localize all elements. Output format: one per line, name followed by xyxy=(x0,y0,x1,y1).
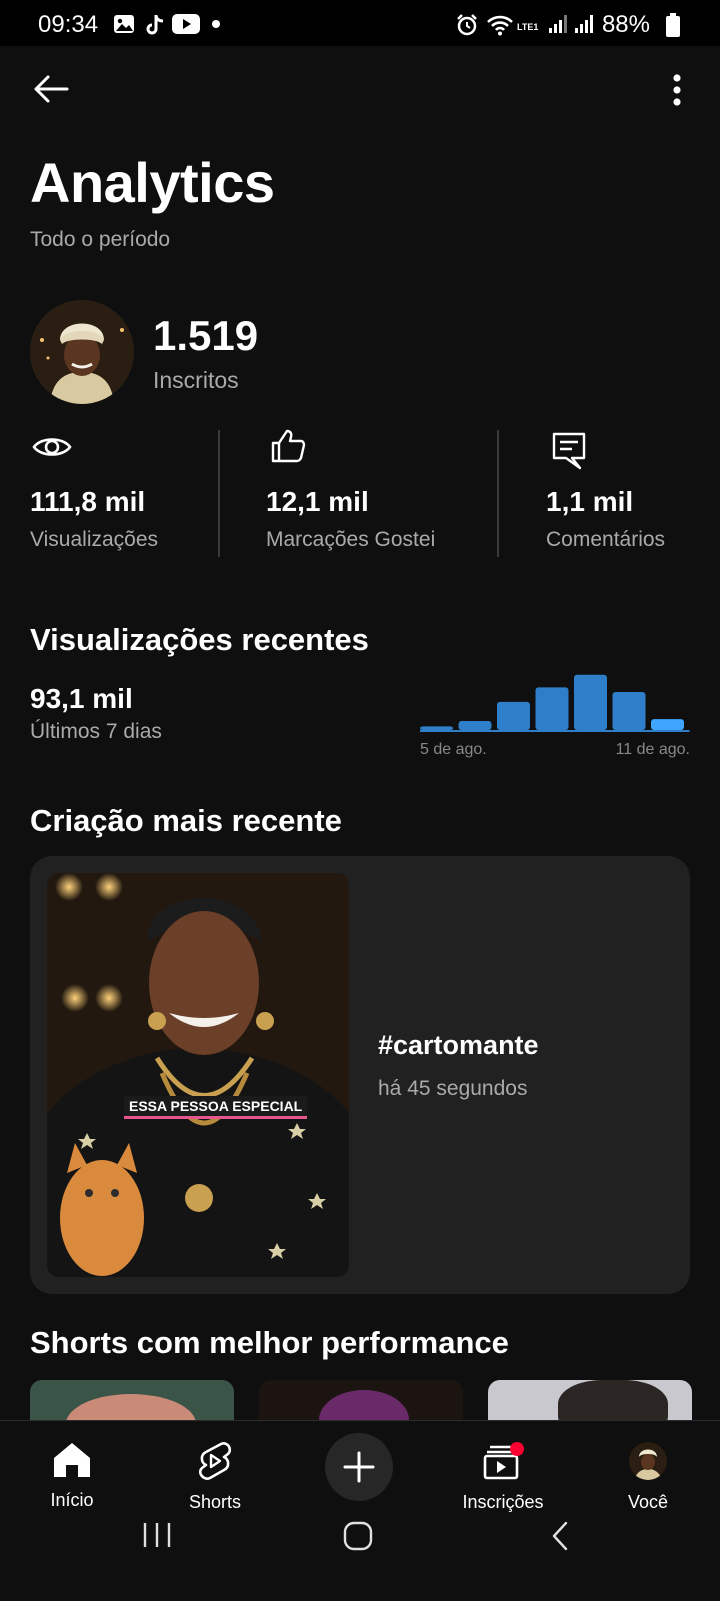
stat-divider xyxy=(218,430,220,557)
signal-icon xyxy=(549,15,567,33)
recent-views-heading: Visualizações recentes xyxy=(30,622,369,657)
plus-icon xyxy=(343,1451,375,1483)
chart-bar xyxy=(535,687,569,730)
nav-subscriptions-label: Inscrições xyxy=(462,1492,544,1512)
youtube-icon xyxy=(172,14,200,34)
top-short-thumbnail[interactable] xyxy=(30,1380,234,1420)
wifi-icon xyxy=(487,15,513,36)
latest-video-posted: há 45 segundos xyxy=(378,1077,528,1100)
profile-avatar-icon xyxy=(629,1442,667,1480)
comments-total: 1,1 mil xyxy=(546,486,634,517)
likes-total: 12,1 mil xyxy=(266,486,369,517)
nav-subscriptions[interactable]: Inscrições xyxy=(448,1441,558,1513)
subscriber-count: 1.519 xyxy=(153,312,259,359)
status-time: 09:34 xyxy=(38,11,99,38)
signal-icon-2 xyxy=(575,15,593,33)
alarm-icon xyxy=(457,14,477,36)
latest-heading: Criação mais recente xyxy=(30,803,342,838)
nav-shorts[interactable]: Shorts xyxy=(160,1441,270,1513)
recent-apps-icon[interactable] xyxy=(142,1521,172,1549)
nav-shorts-label: Shorts xyxy=(188,1492,242,1512)
chart-bar xyxy=(651,719,684,730)
nav-you-label: Você xyxy=(627,1492,669,1512)
chart-bar xyxy=(574,674,607,730)
tiktok-icon xyxy=(146,15,164,35)
nav-home-label: Início xyxy=(50,1490,94,1510)
back-arrow-icon[interactable] xyxy=(33,74,69,104)
comments-label: Comentários xyxy=(546,528,666,551)
avatar-illustration xyxy=(30,300,134,404)
chart-tick-label: 11 de ago. xyxy=(616,741,690,758)
notification-dot-icon xyxy=(212,20,220,28)
battery-percent: 88% xyxy=(601,11,650,38)
views-total: 111,8 mil xyxy=(30,486,146,517)
recent-views-chart[interactable]: 5 de ago. 11 de ago. xyxy=(420,672,690,768)
page-title: Analytics xyxy=(30,151,275,214)
nav-home[interactable]: Início xyxy=(17,1441,127,1511)
comment-icon xyxy=(552,432,586,470)
gallery-icon xyxy=(114,15,134,33)
recent-views-period: Últimos 7 dias xyxy=(30,720,162,743)
views-label: Visualizações xyxy=(30,528,159,551)
chart-bar xyxy=(612,691,646,730)
subscriber-label: Inscritos xyxy=(153,367,239,393)
latest-video-title[interactable]: #cartomante xyxy=(378,1030,539,1061)
chart-bar xyxy=(458,720,492,730)
top-short-thumbnail[interactable] xyxy=(488,1380,692,1420)
nav-you[interactable]: Você xyxy=(593,1441,703,1513)
stat-divider xyxy=(497,430,499,557)
home-system-icon[interactable] xyxy=(343,1521,373,1551)
subscriptions-icon xyxy=(483,1442,524,1480)
chart-tick-label: 5 de ago. xyxy=(420,741,487,758)
channel-avatar[interactable] xyxy=(30,300,134,404)
battery-icon xyxy=(666,13,680,37)
top-shorts-heading: Shorts com melhor performance xyxy=(30,1325,509,1360)
create-button[interactable] xyxy=(325,1433,393,1501)
bottom-navigation: Início Shorts Inscrições Você xyxy=(0,1420,720,1601)
thumbnail-illustration xyxy=(47,873,349,1277)
home-icon xyxy=(54,1443,90,1477)
latest-video-thumbnail[interactable]: ESSA PESSOA ESPECIAL xyxy=(47,873,349,1277)
likes-label: Marcações Gostei xyxy=(266,528,436,551)
shorts-icon xyxy=(199,1442,232,1480)
period-subtitle: Todo o período xyxy=(30,228,171,251)
network-badge: LTE1 xyxy=(517,22,539,32)
status-bar: 09:34 LTE1 88% xyxy=(0,0,720,46)
thumbs-up-icon xyxy=(271,429,306,463)
more-options-icon[interactable] xyxy=(672,73,682,107)
eye-icon xyxy=(32,438,72,456)
chart-bar xyxy=(420,726,453,730)
back-system-icon[interactable] xyxy=(550,1521,570,1551)
recent-views-value: 93,1 mil xyxy=(30,683,133,714)
thumbnail-caption: ESSA PESSOA ESPECIAL xyxy=(124,1096,308,1119)
top-short-thumbnail[interactable] xyxy=(259,1380,463,1420)
chart-bar xyxy=(497,701,530,730)
